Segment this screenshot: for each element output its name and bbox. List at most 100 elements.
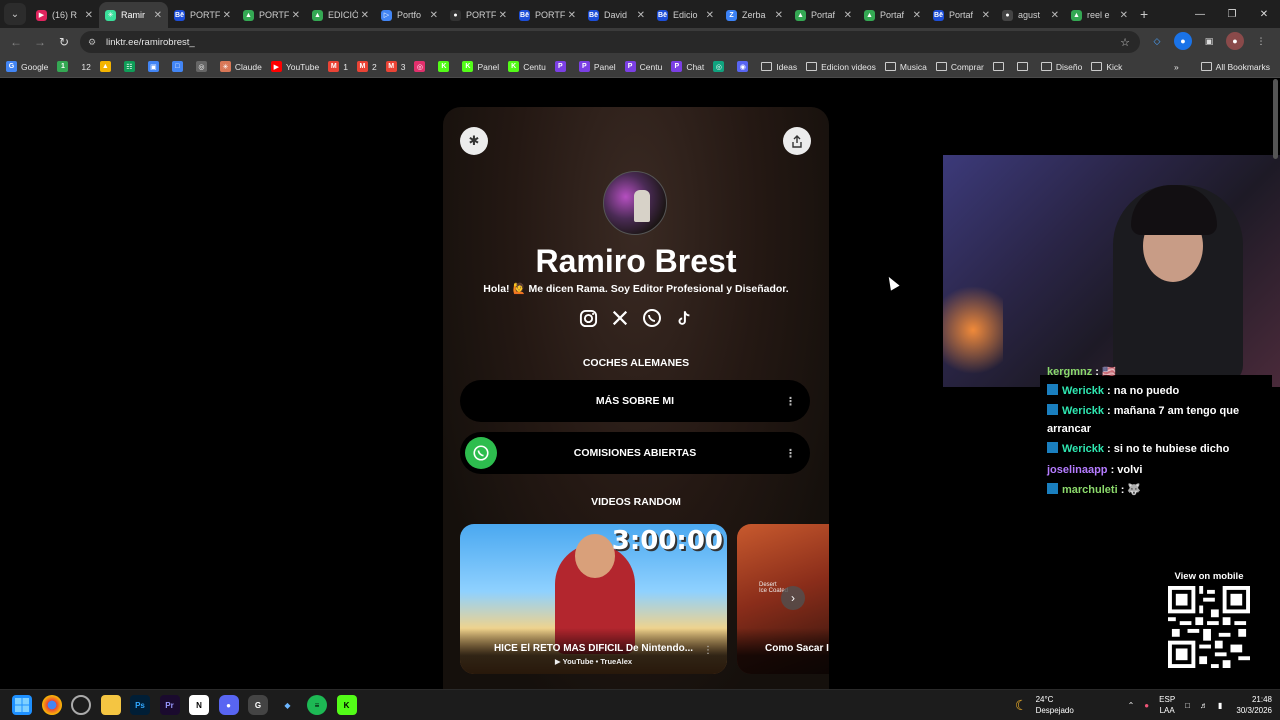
browser-tab[interactable]: Bē Portaf ✕: [927, 2, 996, 28]
tab-close-icon[interactable]: ✕: [223, 10, 231, 21]
bookmark-item[interactable]: K Centu: [508, 61, 546, 72]
obs-taskbar-icon[interactable]: [71, 695, 91, 715]
chat-username[interactable]: Werickk: [1062, 385, 1104, 397]
bookmark-folder[interactable]: Diseño: [1040, 62, 1082, 72]
bookmark-item[interactable]: P Chat: [671, 61, 704, 72]
bookmark-item[interactable]: ☷: [123, 61, 139, 72]
tab-close-icon[interactable]: ✕: [706, 10, 714, 21]
bookmark-item[interactable]: M1: [328, 61, 348, 72]
tray-chevron-icon[interactable]: ⌃: [1128, 701, 1135, 710]
browser-tab[interactable]: ● agust ✕: [996, 2, 1065, 28]
back-button[interactable]: ←: [4, 30, 28, 54]
link-mas-sobre-mi[interactable]: MÁS SOBRE MI ⋮: [460, 380, 810, 422]
tab-close-icon[interactable]: ✕: [292, 10, 300, 21]
tab-close-icon[interactable]: ✕: [982, 10, 990, 21]
restore-button[interactable]: ❐: [1216, 0, 1248, 28]
premiere-icon[interactable]: Pr: [159, 695, 180, 715]
bookmark-item[interactable]: ◉: [737, 61, 752, 72]
kick-icon[interactable]: K: [336, 695, 357, 715]
bookmark-item[interactable]: ▶ YouTube: [270, 61, 319, 72]
browser-tab[interactable]: Bē Edicio ✕: [651, 2, 720, 28]
tab-close-icon[interactable]: ✕: [1120, 10, 1128, 21]
bookmark-item[interactable]: P Centu: [624, 61, 662, 72]
reload-button[interactable]: ↻: [52, 30, 76, 54]
bookmark-folder[interactable]: Kick: [1091, 62, 1122, 72]
bookmark-item[interactable]: P Panel: [578, 61, 616, 72]
all-bookmarks-folder[interactable]: All Bookmarks: [1200, 62, 1270, 72]
bookmark-item[interactable]: ✳ Claude: [219, 61, 262, 72]
browser-tab[interactable]: ▲ reel e ✕: [1065, 2, 1134, 28]
bookmark-item[interactable]: G Google: [6, 61, 48, 72]
tab-close-icon[interactable]: ✕: [775, 10, 783, 21]
more-bookmarks-chevron-icon[interactable]: »: [1174, 62, 1179, 72]
microphone-icon[interactable]: ●: [1144, 701, 1149, 710]
address-bar[interactable]: ⚙ linktr.ee/ramirobrest_ ☆: [80, 31, 1140, 53]
bookmark-folder[interactable]: [992, 62, 1008, 71]
link-comisiones-abiertas[interactable]: COMISIONES ABIERTAS ⋮: [460, 432, 810, 474]
weather-widget[interactable]: ☾ 24°C Despejado: [1015, 694, 1074, 716]
bookmark-item[interactable]: ◎: [414, 61, 429, 72]
new-tab-button[interactable]: +: [1140, 6, 1148, 22]
x-icon[interactable]: [610, 308, 630, 328]
battery-icon[interactable]: ▮: [1218, 701, 1222, 710]
tab-close-icon[interactable]: ✕: [430, 10, 438, 21]
tiktok-icon[interactable]: [674, 308, 694, 328]
profile-avatar[interactable]: ●: [1226, 32, 1244, 50]
instagram-icon[interactable]: [578, 308, 598, 328]
chrome-taskbar-icon[interactable]: [41, 695, 62, 715]
bookmark-folder[interactable]: [1016, 62, 1032, 71]
video-card-como-sacar[interactable]: Desert Ice Coated › Como Sacar I: [737, 524, 829, 674]
chat-username[interactable]: kergmnz: [1047, 366, 1092, 378]
tab-close-icon[interactable]: ✕: [85, 10, 93, 21]
tab-close-icon[interactable]: ✕: [637, 10, 645, 21]
bookmark-folder[interactable]: Comprar: [935, 62, 984, 72]
more-options-icon[interactable]: ⋮: [785, 447, 796, 460]
bookmark-folder[interactable]: Musica: [884, 62, 927, 72]
chat-username[interactable]: Werickk: [1062, 443, 1104, 455]
volume-icon[interactable]: ♬: [1200, 701, 1208, 710]
linktree-asterisk-button[interactable]: ✱: [460, 127, 488, 155]
bookmark-item[interactable]: ▲: [99, 61, 115, 72]
video-card-nintendo[interactable]: 3:00:00 HICE El RETO MAS DIFICIL De Nint…: [460, 524, 727, 674]
chat-username[interactable]: joselinaapp: [1047, 464, 1108, 476]
whatsapp-icon[interactable]: [642, 308, 662, 328]
bookmark-item[interactable]: ▣: [147, 61, 163, 72]
file-explorer-icon[interactable]: [100, 695, 121, 715]
site-info-icon[interactable]: ⚙: [88, 37, 100, 48]
bookmark-item[interactable]: K Panel: [462, 61, 499, 72]
qr-code[interactable]: [1168, 586, 1250, 668]
notion-icon[interactable]: N: [189, 695, 209, 715]
browser-tab[interactable]: ● PORTF ✕: [444, 2, 513, 28]
browser-menu-icon[interactable]: ⋮: [1252, 32, 1270, 50]
bookmark-folder[interactable]: Edicion videos: [806, 62, 876, 72]
extensions-puzzle-icon[interactable]: ▣: [1200, 32, 1218, 50]
browser-tab[interactable]: Bē PORTF ✕: [168, 2, 237, 28]
carousel-next-button[interactable]: ›: [781, 586, 805, 610]
tab-close-icon[interactable]: ✕: [499, 10, 507, 21]
forward-button[interactable]: →: [28, 30, 52, 54]
bookmark-folder[interactable]: Ideas: [761, 62, 797, 72]
tab-search-button[interactable]: ⌄: [4, 3, 26, 25]
windows-start-icon[interactable]: [12, 695, 32, 715]
share-button[interactable]: [783, 127, 811, 155]
tab-close-icon[interactable]: ✕: [361, 10, 369, 21]
minimize-button[interactable]: —: [1184, 0, 1216, 28]
bookmark-item[interactable]: 1: [57, 61, 72, 72]
browser-tab[interactable]: ✳ Ramir ✕: [99, 2, 168, 28]
chat-username[interactable]: marchuleti: [1062, 484, 1118, 496]
app-diamond-icon[interactable]: ◆: [278, 695, 298, 715]
bookmark-item[interactable]: ◎: [713, 61, 728, 72]
browser-tab[interactable]: ▷ Portfo ✕: [375, 2, 444, 28]
browser-tab[interactable]: Z Zerba ✕: [720, 2, 789, 28]
close-window-button[interactable]: ✕: [1248, 0, 1280, 28]
bookmark-star-icon[interactable]: ☆: [1120, 36, 1130, 49]
extension-icon[interactable]: ●: [1174, 32, 1192, 50]
taskbar-clock[interactable]: 21:48 30/3/2026: [1236, 694, 1272, 716]
bookmark-item[interactable]: □: [171, 61, 187, 72]
tab-close-icon[interactable]: ✕: [844, 10, 852, 21]
audio-extension-icon[interactable]: ◇: [1148, 32, 1166, 50]
browser-tab[interactable]: ▲ PORTF ✕: [237, 2, 306, 28]
browser-tab[interactable]: ▲ Portaf ✕: [789, 2, 858, 28]
bookmark-item[interactable]: 12: [81, 62, 90, 72]
tab-close-icon[interactable]: ✕: [1051, 10, 1059, 21]
